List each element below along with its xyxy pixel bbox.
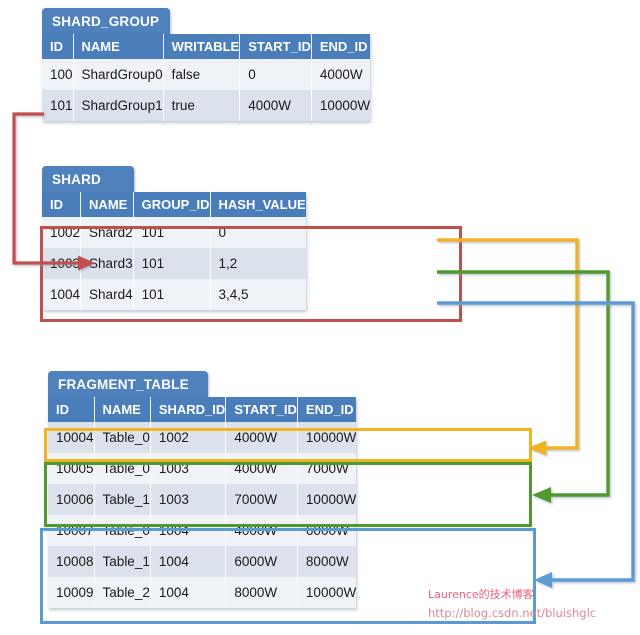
- connector-shard-1003-to-fragment-10005-10006: [437, 270, 610, 503]
- watermark-line-1: Laurence的技术博客: [428, 588, 534, 601]
- connector-layer: [12, 112, 635, 588]
- connector-shard-group-to-shard: [12, 112, 95, 271]
- watermark-line-2: http://blog.csdn.net/bluishglc: [428, 606, 597, 620]
- diagram-canvas: SHARD_GROUP ID NAME WRITABLE START_ID EN…: [0, 0, 640, 635]
